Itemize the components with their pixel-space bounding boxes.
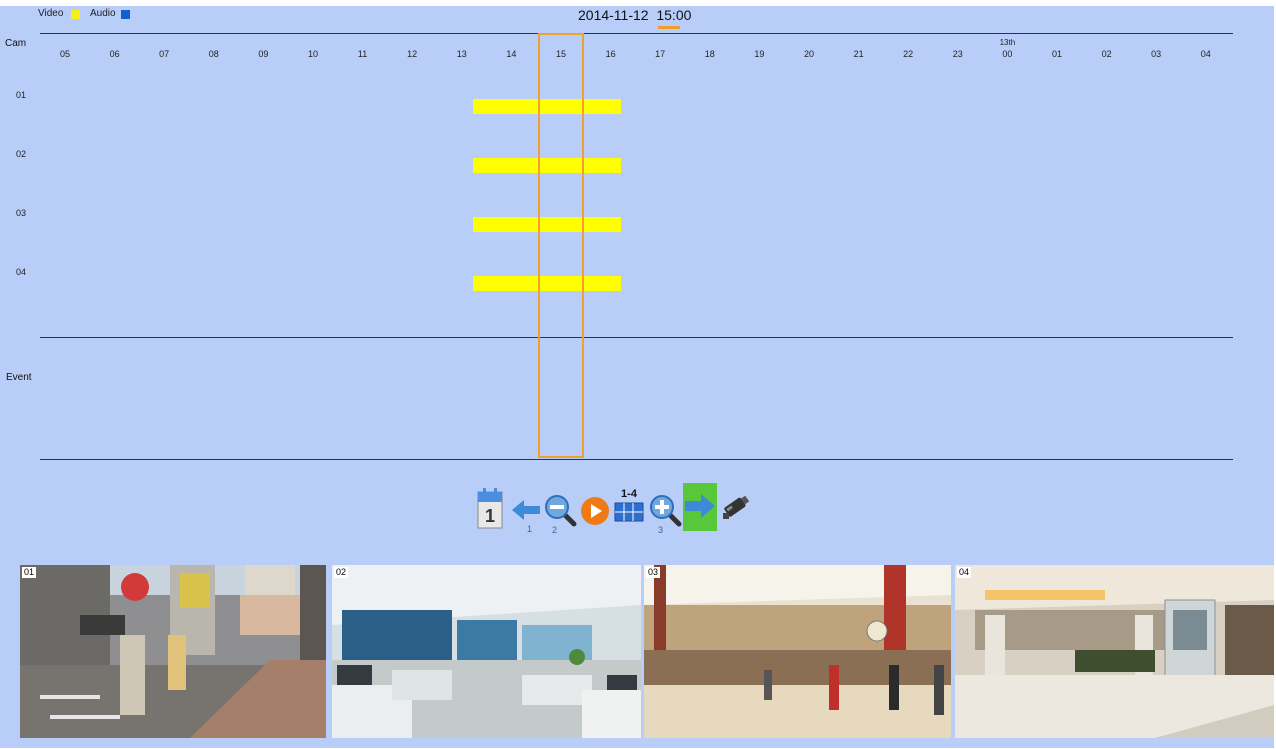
camera-row-label-01: 01 [16, 90, 27, 100]
hour-tick-10[interactable]: 10 [298, 49, 328, 59]
arrow-right-icon [685, 494, 715, 518]
hour-tick-14[interactable]: 14 [496, 49, 526, 59]
legend-video-swatch [71, 10, 80, 19]
hour-tick-02[interactable]: 02 [1092, 49, 1122, 59]
legend-video-label: Video [38, 8, 64, 19]
hour-tick-05[interactable]: 05 [50, 49, 80, 59]
time-underline [658, 26, 680, 29]
play-icon [581, 497, 609, 525]
camera-row-label-02: 02 [16, 149, 27, 159]
play-button[interactable] [580, 496, 610, 526]
calendar-button[interactable]: 1 [475, 484, 505, 530]
grid-layout-icon: 1-4 [614, 488, 644, 522]
thumbnail-label-04: 04 [957, 567, 972, 578]
hour-tick-00[interactable]: 00 [992, 49, 1022, 59]
hour-tick-23[interactable]: 23 [943, 49, 973, 59]
hour-tick-17[interactable]: 17 [645, 49, 675, 59]
zoom-out-button[interactable]: 2 [544, 494, 578, 534]
zoom-out-icon: 2 [545, 495, 577, 534]
hour-tick-09[interactable]: 09 [248, 49, 278, 59]
hour-tick-16[interactable]: 16 [596, 49, 626, 59]
hour-tick-18[interactable]: 18 [695, 49, 725, 59]
camera-icon [723, 495, 750, 519]
hour-tick-13[interactable]: 13 [447, 49, 477, 59]
hour-tick-08[interactable]: 08 [199, 49, 229, 59]
legend-audio-swatch [121, 10, 130, 19]
thumbnail-label-02: 02 [334, 567, 349, 578]
hour-tick-22[interactable]: 22 [893, 49, 923, 59]
hour-tick-20[interactable]: 20 [794, 49, 824, 59]
playback-timeline-window: Video Audio 2014-11-12 15:00 Cam Event 0… [0, 6, 1274, 748]
day-marker: 13th [999, 38, 1016, 47]
camera-row-label-03: 03 [16, 208, 27, 218]
back-shortcut: 1 [527, 524, 532, 534]
camera-thumbnail-04[interactable]: 04 [955, 565, 1274, 738]
hour-tick-19[interactable]: 19 [744, 49, 774, 59]
hour-tick-12[interactable]: 12 [397, 49, 427, 59]
camera-thumbnail-02[interactable]: 02 [332, 565, 641, 738]
camera-button[interactable] [719, 491, 753, 523]
mall-lobby-image [955, 565, 1274, 738]
thumbnail-label-01: 01 [22, 567, 37, 578]
camera-thumbnail-01[interactable]: 01 [20, 565, 326, 738]
zoom-in-button[interactable]: 3 [649, 494, 683, 534]
calendar-label: 1 [485, 506, 495, 526]
legend-audio-label: Audio [90, 8, 116, 19]
layout-label: 1-4 [621, 488, 638, 500]
date-label: 2014-11-12 [578, 7, 649, 23]
time-cursor[interactable] [538, 33, 584, 458]
camera-row-label-04: 04 [16, 267, 27, 277]
zoom-in-icon: 3 [650, 495, 682, 534]
camera-event-divider [40, 337, 1233, 338]
hour-tick-06[interactable]: 06 [100, 49, 130, 59]
event-bottom-line [40, 459, 1233, 460]
zoom-in-shortcut: 3 [658, 525, 663, 534]
date-time-title: 2014-11-12 15:00 [578, 7, 691, 23]
arrow-left-icon: 1 [512, 500, 540, 534]
time-label[interactable]: 15:00 [656, 7, 691, 23]
forward-button[interactable] [683, 483, 717, 531]
office-scene-image [332, 565, 641, 738]
zoom-out-shortcut: 2 [552, 525, 557, 534]
hour-tick-04[interactable]: 04 [1191, 49, 1221, 59]
hour-tick-07[interactable]: 07 [149, 49, 179, 59]
street-scene-image [20, 565, 326, 738]
back-button[interactable]: 1 [510, 496, 542, 534]
thumbnail-label-03: 03 [646, 567, 661, 578]
calendar-icon: 1 [477, 488, 503, 529]
camera-thumbnail-03[interactable]: 03 [644, 565, 951, 738]
event-row-label: Event [6, 372, 32, 383]
hour-axis-line [40, 33, 1233, 34]
mall-atrium-image [644, 565, 951, 738]
layout-button[interactable]: 1-4 [612, 486, 646, 526]
hour-tick-11[interactable]: 11 [348, 49, 378, 59]
hour-tick-03[interactable]: 03 [1141, 49, 1171, 59]
cam-header: Cam [5, 38, 27, 49]
hour-tick-21[interactable]: 21 [844, 49, 874, 59]
hour-tick-01[interactable]: 01 [1042, 49, 1072, 59]
